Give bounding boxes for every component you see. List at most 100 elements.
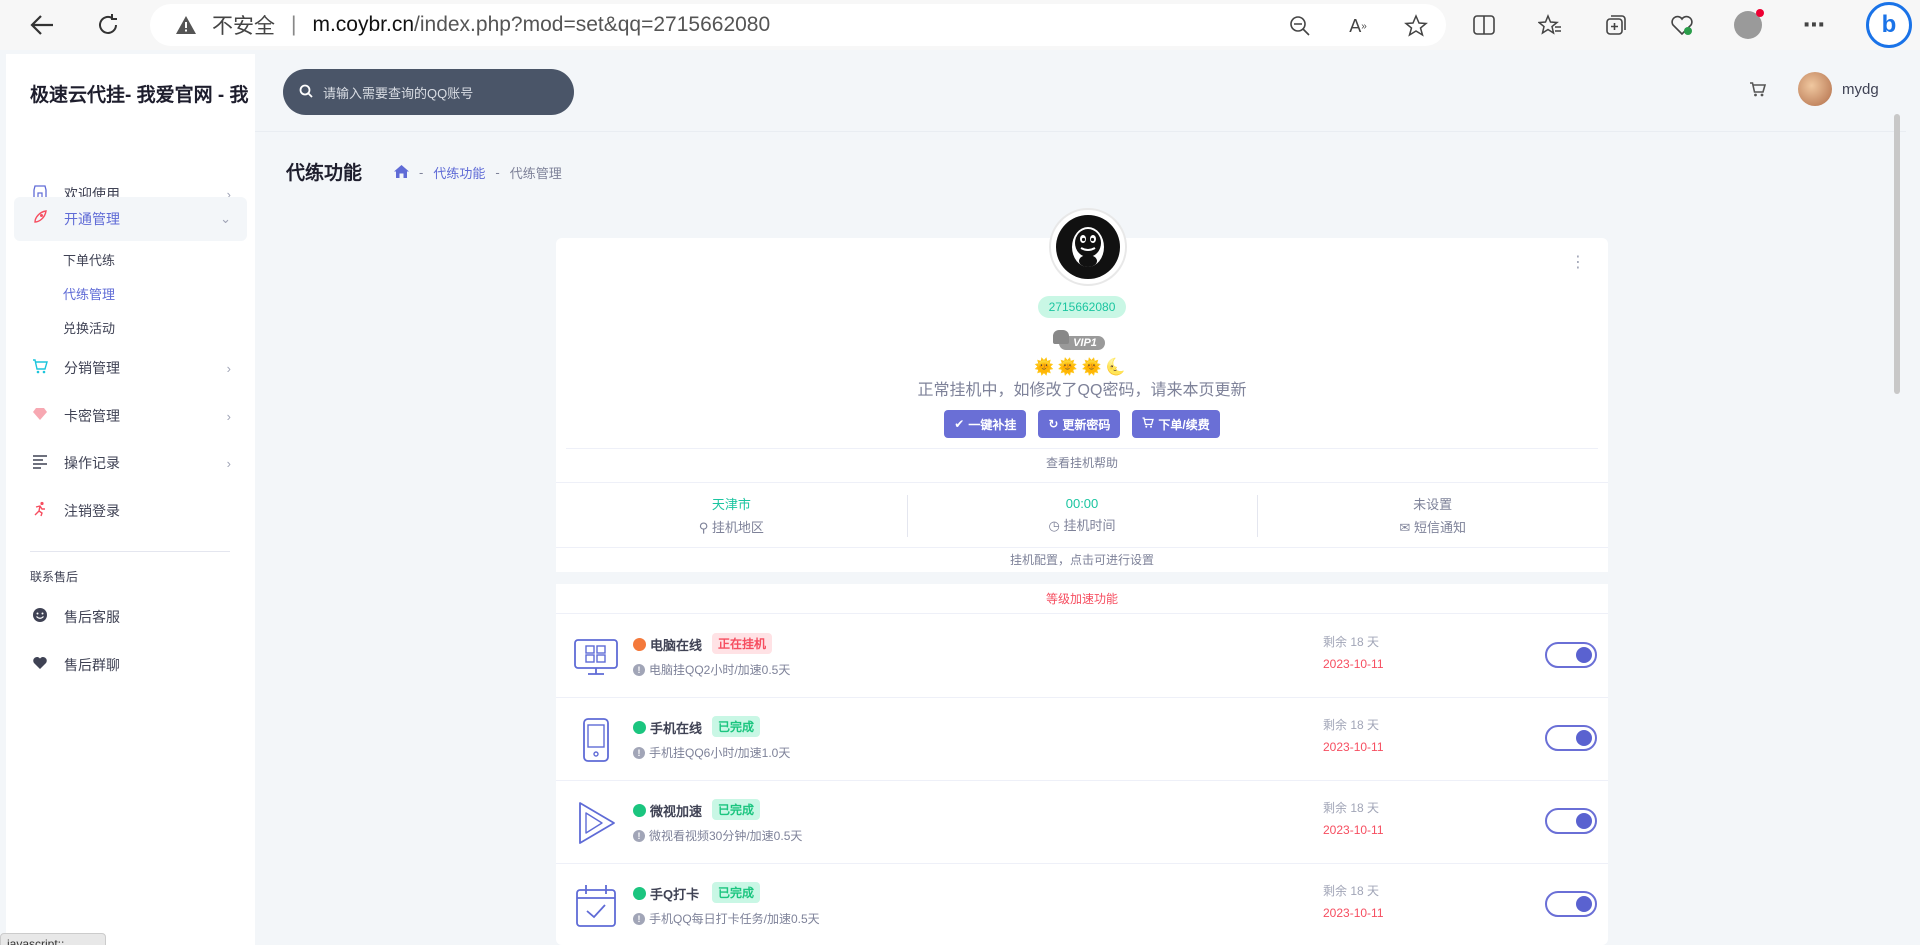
sidebar-subitem-order[interactable]: 下单代练 (63, 250, 115, 269)
feature-toggle[interactable] (1545, 642, 1597, 668)
breadcrumb-item: 代练管理 (509, 166, 562, 181)
feature-toggle[interactable] (1545, 808, 1597, 834)
sidebar-item-activation[interactable]: 开通管理 ⌄ (14, 197, 247, 241)
insecure-label: 不安全 (212, 15, 275, 38)
sidebar-subitem-manage[interactable]: 代练管理 (63, 284, 115, 303)
address-bar[interactable]: 不安全 | m.coybr.cn /index.php?mod=set&qq=2… (150, 4, 1446, 46)
sidebar-item-support[interactable]: 售后客服 (14, 595, 247, 639)
expire-date: 2023-10-11 (1323, 906, 1384, 920)
search-input[interactable]: 请输入需要查询的QQ账号 (283, 69, 574, 115)
status-dot (633, 804, 646, 817)
status-dot (633, 638, 646, 651)
search-icon (299, 84, 313, 101)
sun-icon: 🌞 (1034, 359, 1054, 376)
sidebar-item-label: 操作记录 (64, 455, 120, 471)
expire-date: 2023-10-11 (1323, 740, 1384, 754)
card-more-icon[interactable]: ⋮ (1570, 252, 1586, 272)
breadcrumb: - 代练功能 - 代练管理 (394, 163, 562, 182)
browser-essentials-icon[interactable] (1668, 11, 1696, 39)
zoom-out-icon[interactable] (1286, 12, 1314, 40)
feature-row-qq-checkin: 手Q打卡 已完成 ! 手机QQ每日打卡任务/加速0.5天 剩余 18 天 2023… (556, 864, 1608, 945)
breadcrumb-separator: - (495, 165, 500, 180)
feature-toggle[interactable] (1545, 891, 1597, 917)
config-sms[interactable]: 未设置 ✉ 短信通知 (1257, 483, 1608, 547)
sidebar-item-cardkey[interactable]: 卡密管理 › (14, 394, 247, 438)
sidebar-item-group-chat[interactable]: 售后群聊 (14, 643, 247, 687)
remaining-days: 剩余 18 天 (1323, 718, 1380, 732)
config-note[interactable]: 挂机配置，点击可进行设置 (556, 548, 1608, 572)
feature-toggle[interactable] (1545, 725, 1597, 751)
hang-config[interactable]: 天津市 ⚲ 挂机地区 00:00 ◷ 挂机时间 未设置 ✉ 短信通知 (556, 482, 1608, 548)
sidebar-item-label: 售后客服 (64, 609, 120, 625)
breadcrumb-item[interactable]: 代练功能 (433, 163, 485, 182)
feature-row-weishi: 微视加速 已完成 ! 微视看视频30分钟/加速0.5天 剩余 18 天 2023-… (556, 781, 1608, 864)
run-icon (30, 501, 50, 521)
refresh-icon[interactable] (88, 5, 128, 45)
remaining-days: 剩余 18 天 (1323, 884, 1380, 898)
bing-copilot-icon[interactable]: b (1866, 2, 1912, 48)
sidebar-divider (30, 551, 230, 552)
feature-desc: ! 电脑挂QQ2小时/加速0.5天 (633, 661, 790, 678)
feature-name: 电脑在线 (650, 638, 703, 653)
cart-icon (1142, 417, 1155, 431)
moon-icon: 🌜 (1105, 359, 1126, 376)
page-scrollbar[interactable] (1894, 114, 1900, 394)
mobile-icon (583, 718, 609, 762)
update-password-button[interactable]: ↻ 更新密码 (1038, 410, 1121, 438)
split-screen-icon[interactable] (1470, 11, 1498, 39)
config-time[interactable]: 00:00 ◷ 挂机时间 (906, 483, 1258, 547)
collections-icon[interactable] (1602, 11, 1630, 39)
qq-level-icons: 🌞 🌞 🌞 🌜 (1034, 357, 1126, 377)
warning-icon (174, 13, 198, 37)
smile-icon (30, 607, 50, 627)
sidebar-item-logout[interactable]: 注销登录 (14, 489, 247, 533)
one-click-repair-button[interactable]: ✔ 一键补挂 (944, 410, 1027, 438)
remaining-days: 剩余 18 天 (1323, 635, 1380, 649)
url-path: /index.php?mod=set&qq=2715662080 (414, 13, 771, 36)
feature-name: 手机在线 (650, 721, 703, 736)
qq-number-badge: 2715662080 (1038, 296, 1126, 318)
config-region[interactable]: 天津市 ⚲ 挂机地区 (556, 483, 907, 547)
sun-icon: 🌞 (1081, 359, 1102, 376)
heart-icon (30, 655, 50, 675)
sidebar-item-label: 注销登录 (64, 503, 120, 519)
accel-section-title: 等级加速功能 (556, 584, 1608, 614)
order-renew-button[interactable]: 下单/续费 (1132, 410, 1220, 438)
info-icon: ! (633, 746, 645, 759)
home-icon[interactable] (394, 164, 409, 181)
avatar (1798, 72, 1832, 106)
brand-title[interactable]: 极速云代挂- 我爱官网 - 我 (30, 80, 255, 107)
computer-icon (574, 639, 618, 675)
status-dot (633, 887, 646, 900)
page-title: 代练功能 (286, 163, 363, 184)
sidebar-item-label: 分销管理 (64, 360, 120, 376)
search-placeholder: 请输入需要查询的QQ账号 (323, 85, 474, 101)
cart-icon[interactable] (1749, 81, 1767, 102)
mail-icon: ✉ (1399, 520, 1411, 535)
status-badge: 已完成 (712, 716, 761, 737)
sidebar-item-logs[interactable]: 操作记录 › (14, 441, 247, 485)
section-label-after-sales: 联系售后 (30, 570, 79, 584)
action-buttons: ✔ 一键补挂 ↻ 更新密码 下单/续费 (556, 410, 1608, 438)
vip-badge: VIP1 (1052, 330, 1112, 353)
back-icon[interactable] (22, 5, 62, 45)
chevron-right-icon: › (226, 455, 231, 471)
chevron-down-icon: ⌄ (220, 211, 231, 226)
status-badge: 正在挂机 (712, 633, 773, 654)
info-icon: ! (633, 912, 645, 925)
status-dot (633, 721, 646, 734)
sidebar-item-distribution[interactable]: 分销管理 › (14, 346, 247, 390)
remaining-days: 剩余 18 天 (1323, 801, 1380, 815)
sidebar-subitem-redeem[interactable]: 兑换活动 (63, 318, 115, 337)
favorite-star-icon[interactable] (1402, 12, 1430, 40)
help-link[interactable]: 查看挂机帮助 (566, 448, 1598, 480)
profile-icon[interactable] (1734, 9, 1764, 39)
more-menu-icon[interactable]: ⋯ (1800, 11, 1828, 39)
section-gap (556, 572, 1608, 584)
qq-status-card: ⋮ 2715662080 VIP1 🌞 🌞 🌞 🌜 正常挂机中，如修改了QQ密码… (556, 208, 1608, 945)
favorites-icon[interactable] (1536, 11, 1564, 39)
read-aloud-icon[interactable]: A» (1344, 12, 1372, 40)
info-icon: ! (633, 829, 645, 842)
user-menu[interactable]: mydg (1798, 72, 1879, 106)
url-separator: | (291, 13, 297, 36)
